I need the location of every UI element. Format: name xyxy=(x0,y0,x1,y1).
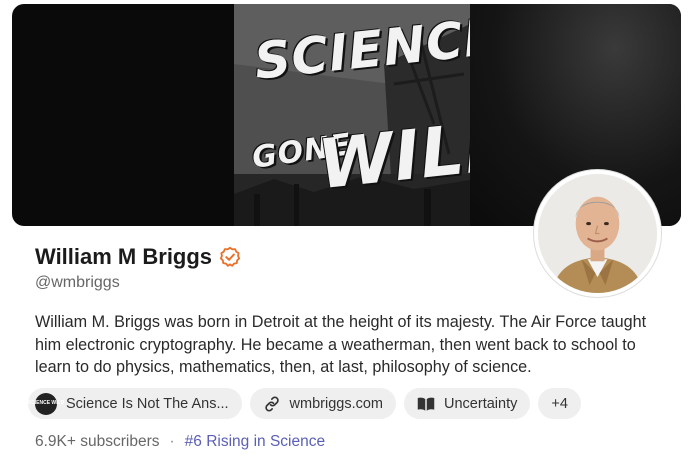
profile-name-row: William M Briggs xyxy=(35,244,241,270)
profile-stats: 6.9K+ subscribers · #6 Rising in Science xyxy=(35,433,325,451)
stats-separator: · xyxy=(169,433,175,450)
profile-name: William M Briggs xyxy=(35,244,213,269)
profile-chips: SCIENCE WILD Science Is Not The Ans... w… xyxy=(28,388,581,419)
verified-check-icon xyxy=(219,246,241,267)
website-chip-label: wmbriggs.com xyxy=(289,395,384,412)
book-icon xyxy=(417,396,435,412)
subscriber-count[interactable]: 6.9K+ subscribers xyxy=(35,433,160,451)
avatar[interactable] xyxy=(534,170,661,297)
leaderboard-rank-link[interactable]: #6 Rising in Science xyxy=(185,433,325,451)
publication-chip-label: Science Is Not The Ans... xyxy=(66,395,229,412)
link-icon xyxy=(263,395,281,413)
publication-logo: SCIENCE WILD xyxy=(28,392,64,415)
profile-bio: William M. Briggs was born in Detroit at… xyxy=(35,313,647,376)
avatar-portrait xyxy=(538,174,657,293)
publication-logo-icon: SCIENCE WILD xyxy=(28,392,64,415)
profile-handle: @wmbriggs xyxy=(35,274,120,291)
more-chip-label: +4 xyxy=(551,395,568,412)
book-chip-label: Uncertainty xyxy=(444,395,518,412)
book-chip[interactable]: Uncertainty xyxy=(404,388,531,419)
website-chip[interactable]: wmbriggs.com xyxy=(249,388,397,419)
banner-artwork: SCIENCE GONE WILD! xyxy=(234,4,470,226)
publication-chip[interactable]: SCIENCE WILD Science Is Not The Ans... xyxy=(28,388,242,419)
more-chip[interactable]: +4 xyxy=(538,388,581,419)
